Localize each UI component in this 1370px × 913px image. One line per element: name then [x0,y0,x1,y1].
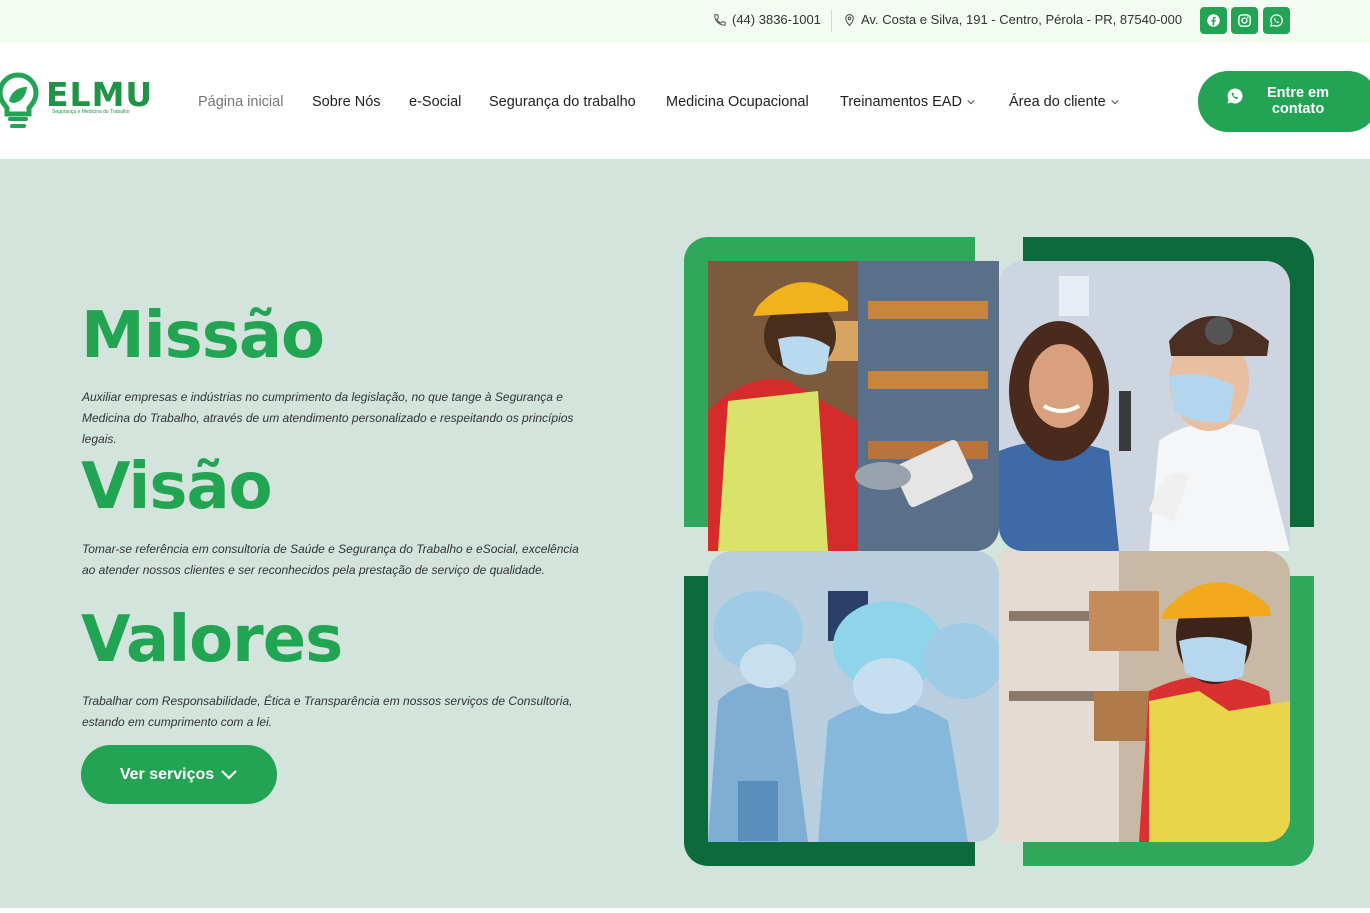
nav-label: Sobre Nós [312,94,381,110]
hero-section: Missão Auxiliar empresas e indústrias no… [0,159,1370,913]
whatsapp-icon [1269,14,1283,28]
instagram-button[interactable] [1231,7,1258,34]
nav-item-client-area[interactable]: Área do cliente [1009,94,1120,110]
topbar-divider [831,10,832,32]
vision-title: Visão [81,450,273,524]
values-title: Valores [81,603,343,677]
nav-item-home[interactable]: Página inicial [198,94,283,110]
nav-item-training[interactable]: Treinamentos EAD [840,94,976,110]
chevron-down-icon [967,99,975,105]
nav-item-safety[interactable]: Segurança do trabalho [489,94,636,110]
contact-button-label: Entre em contato [1266,85,1330,117]
nav-label: e-Social [409,94,462,110]
mission-title: Missão [81,299,325,373]
nav-label: Treinamentos EAD [840,94,962,110]
photo-surgeons [708,551,999,842]
chevron-down-icon [221,769,237,780]
nav-item-about[interactable]: Sobre Nós [312,94,381,110]
instagram-icon [1238,14,1251,27]
nav-label: Página inicial [198,94,284,110]
address-text: Av. Costa e Silva, 191 - Centro, Pérola … [861,12,1183,27]
nav-label: Medicina Ocupacional [666,94,809,110]
contact-button[interactable]: Entre em contato [1198,71,1370,132]
photo-worker-tablet [708,261,999,551]
main-header: ELMU Segurança e Medicina do Trabalho Pá… [0,43,1370,159]
whatsapp-button[interactable] [1263,7,1290,34]
address-info: Av. Costa e Silva, 191 - Centro, Pérola … [843,12,1182,27]
photo-ear-exam [999,261,1290,551]
whatsapp-icon [1227,88,1243,104]
elmu-logo[interactable]: ELMU Segurança e Medicina do Trabalho [0,67,170,137]
photo-worker-helmet [999,551,1290,842]
phone-number[interactable]: (44) 3836-1001 [732,12,821,27]
facebook-button[interactable] [1200,7,1227,34]
values-text: Trabalhar com Responsabilidade, Ética e … [82,694,573,729]
nav-label: Área do cliente [1009,94,1106,110]
nav-item-esocial[interactable]: e-Social [409,94,461,110]
vision-text: Tomar-se referência em consultoria de Sa… [82,542,579,577]
phone-icon [714,13,726,26]
location-pin-icon [845,13,854,26]
phone-info[interactable]: (44) 3836-1001 [713,12,821,27]
nav-label: Segurança do trabalho [489,94,636,110]
facebook-icon [1207,14,1220,27]
chevron-down-icon [1111,99,1119,105]
top-bar: (44) 3836-1001 Av. Costa e Silva, 191 - … [0,0,1370,43]
section-divider [0,908,1370,913]
logo-tagline: Segurança e Medicina do Trabalho [52,109,130,115]
mission-text: Auxiliar empresas e indústrias no cumpri… [82,390,574,446]
nav-item-medicine[interactable]: Medicina Ocupacional [666,94,809,110]
services-button-label: Ver serviços [119,765,215,783]
lightbulb-leaf-icon [0,72,39,128]
services-button[interactable]: Ver serviços [81,745,277,804]
